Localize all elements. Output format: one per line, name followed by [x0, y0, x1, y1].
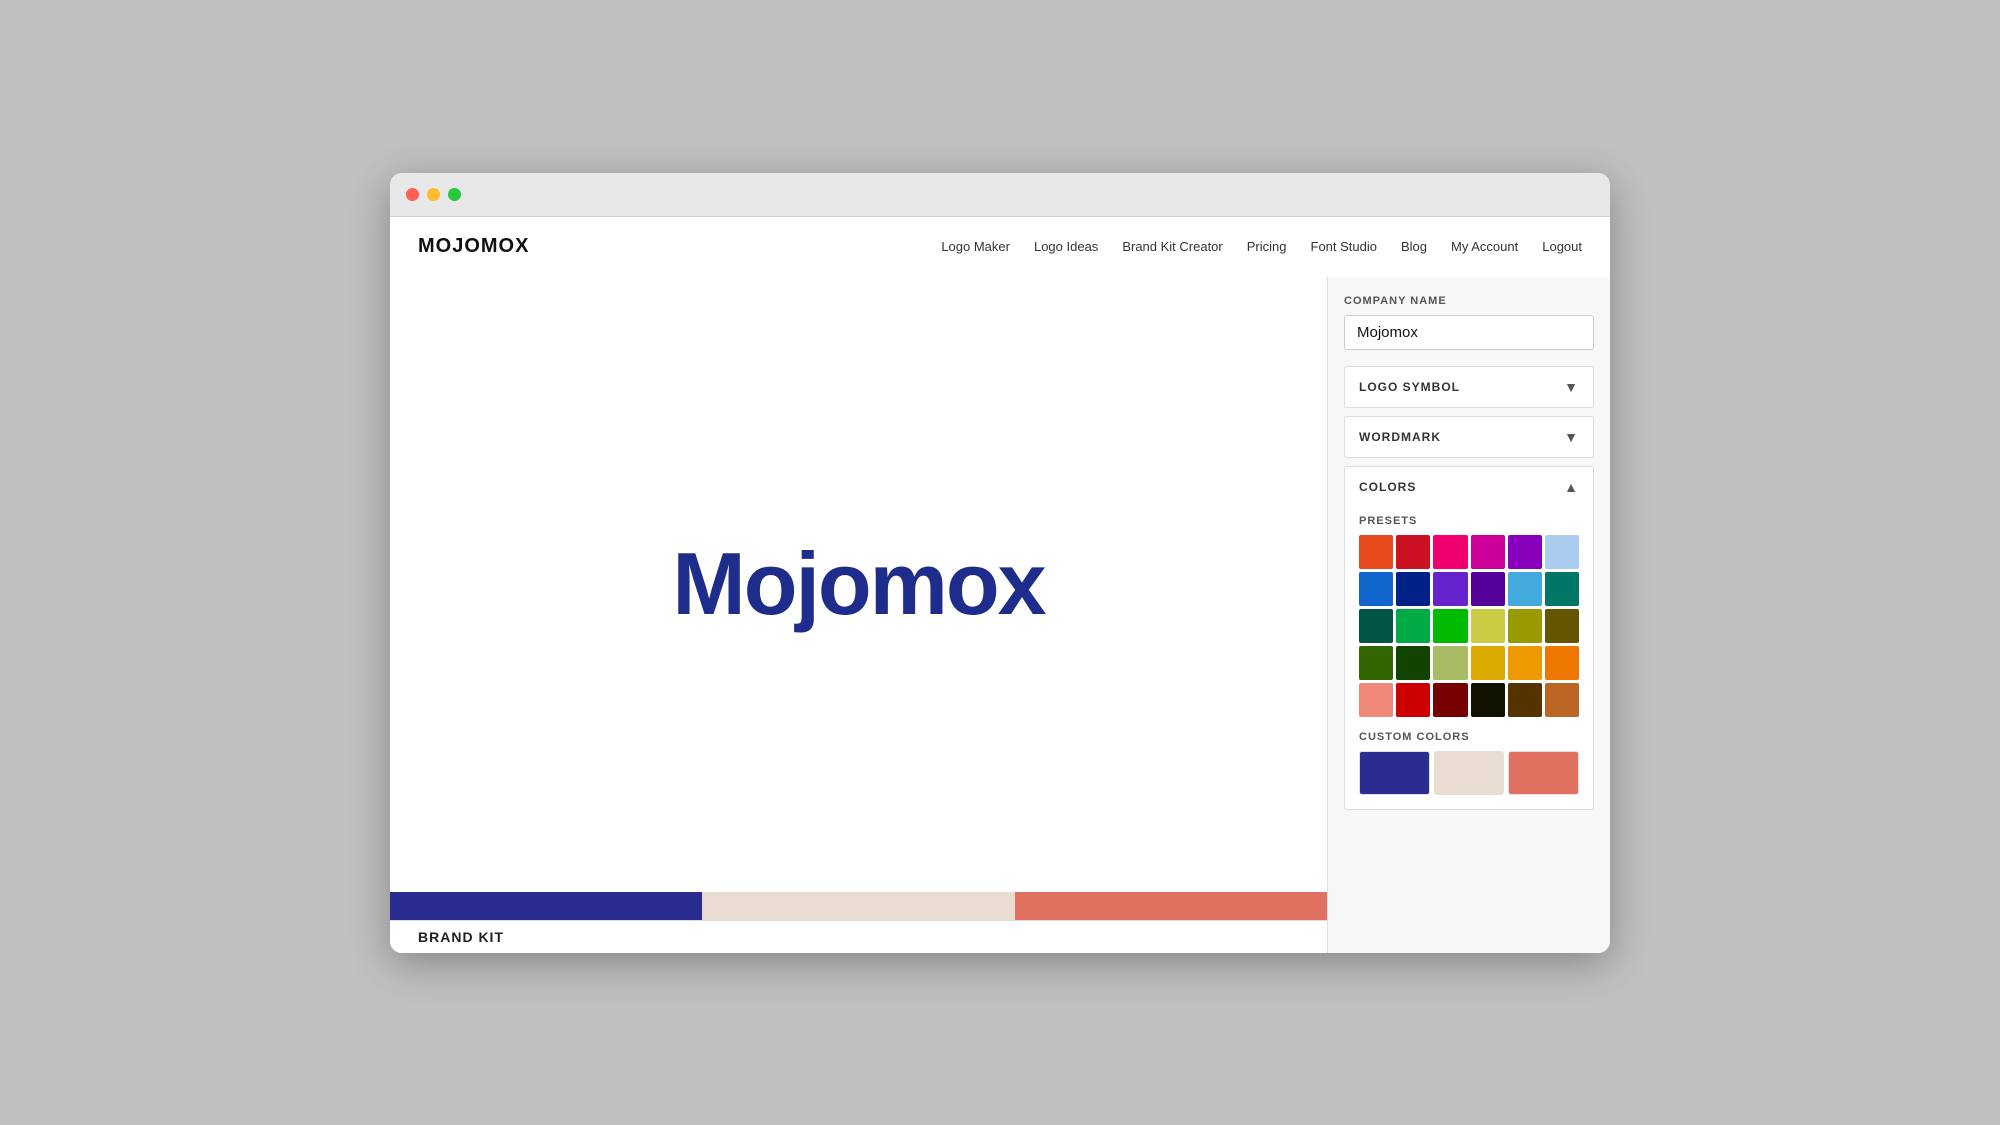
nav-links: Logo Maker Logo Ideas Brand Kit Creator …: [941, 239, 1582, 254]
color-preset-swatch[interactable]: [1396, 683, 1430, 717]
close-dot[interactable]: [406, 188, 419, 201]
color-preset-swatch[interactable]: [1433, 646, 1467, 680]
minimize-dot[interactable]: [427, 188, 440, 201]
wordmark-accordion-header[interactable]: WORDMARK ▼: [1345, 417, 1593, 457]
colors-accordion: COLORS ▲ PRESETS CUSTOM COLORS: [1344, 466, 1594, 811]
wordmark-label: WORDMARK: [1359, 430, 1441, 444]
desktop: MOJOMOX Logo Maker Logo Ideas Brand Kit …: [0, 0, 2000, 1125]
logo-symbol-label: LOGO SYMBOL: [1359, 380, 1460, 394]
color-preset-swatch[interactable]: [1471, 572, 1505, 606]
fullscreen-dot[interactable]: [448, 188, 461, 201]
color-preset-swatch[interactable]: [1433, 683, 1467, 717]
color-bar-primary: [390, 892, 702, 920]
wordmark-chevron-down-icon: ▼: [1564, 429, 1579, 445]
colors-accordion-header[interactable]: COLORS ▲: [1345, 467, 1593, 507]
custom-color-swatch[interactable]: [1434, 751, 1505, 795]
canvas-area: Mojomox BRAND KIT: [390, 277, 1328, 953]
color-preset-swatch[interactable]: [1508, 646, 1542, 680]
color-bar-tertiary: [1015, 892, 1327, 920]
nav-link-logo-maker[interactable]: Logo Maker: [941, 239, 1010, 254]
color-preset-swatch[interactable]: [1545, 535, 1579, 569]
colors-accordion-body: PRESETS CUSTOM COLORS: [1345, 507, 1593, 810]
color-preset-swatch[interactable]: [1508, 535, 1542, 569]
color-preset-swatch[interactable]: [1471, 609, 1505, 643]
colors-label: COLORS: [1359, 480, 1416, 494]
canvas-color-bar: [390, 892, 1327, 920]
company-name-input[interactable]: [1344, 315, 1594, 350]
nav-link-font-studio[interactable]: Font Studio: [1311, 239, 1378, 254]
color-preset-swatch[interactable]: [1471, 646, 1505, 680]
color-preset-swatch[interactable]: [1508, 572, 1542, 606]
color-preset-swatch[interactable]: [1359, 572, 1393, 606]
nav-link-brand-kit-creator[interactable]: Brand Kit Creator: [1122, 239, 1222, 254]
browser-window: MOJOMOX Logo Maker Logo Ideas Brand Kit …: [390, 173, 1610, 953]
logo-symbol-accordion: LOGO SYMBOL ▼: [1344, 366, 1594, 408]
sidebar: COMPANY NAME LOGO SYMBOL ▼: [1328, 277, 1610, 953]
logo-symbol-chevron-down-icon: ▼: [1564, 379, 1579, 395]
color-preset-swatch[interactable]: [1359, 683, 1393, 717]
color-preset-swatch[interactable]: [1359, 609, 1393, 643]
color-presets-grid: [1359, 535, 1579, 718]
color-preset-swatch[interactable]: [1545, 683, 1579, 717]
nav-link-my-account[interactable]: My Account: [1451, 239, 1518, 254]
nav-link-logo-ideas[interactable]: Logo Ideas: [1034, 239, 1098, 254]
logo-preview-text: Mojomox: [672, 533, 1044, 635]
browser-content: MOJOMOX Logo Maker Logo Ideas Brand Kit …: [390, 217, 1610, 953]
color-preset-swatch[interactable]: [1433, 535, 1467, 569]
custom-colors-label: CUSTOM COLORS: [1359, 731, 1579, 743]
nav-link-logout[interactable]: Logout: [1542, 239, 1582, 254]
browser-chrome: [390, 173, 1610, 217]
color-preset-swatch[interactable]: [1545, 572, 1579, 606]
color-preset-swatch[interactable]: [1396, 609, 1430, 643]
wordmark-accordion: WORDMARK ▼: [1344, 416, 1594, 458]
color-preset-swatch[interactable]: [1396, 646, 1430, 680]
brand-kit-label: BRAND KIT: [418, 929, 504, 945]
color-preset-swatch[interactable]: [1396, 535, 1430, 569]
logo-symbol-accordion-header[interactable]: LOGO SYMBOL ▼: [1345, 367, 1593, 407]
colors-chevron-up-icon: ▲: [1564, 479, 1579, 495]
color-preset-swatch[interactable]: [1359, 535, 1393, 569]
color-preset-swatch[interactable]: [1508, 609, 1542, 643]
color-preset-swatch[interactable]: [1545, 646, 1579, 680]
brand-kit-bar: BRAND KIT: [390, 920, 1327, 953]
nav-link-pricing[interactable]: Pricing: [1247, 239, 1287, 254]
color-preset-swatch[interactable]: [1433, 572, 1467, 606]
color-preset-swatch[interactable]: [1545, 609, 1579, 643]
site-logo[interactable]: MOJOMOX: [418, 235, 529, 258]
custom-color-swatch[interactable]: [1508, 751, 1579, 795]
main-area: Mojomox BRAND KIT COMPANY NAME: [390, 277, 1610, 953]
nav-link-blog[interactable]: Blog: [1401, 239, 1427, 254]
color-preset-swatch[interactable]: [1471, 683, 1505, 717]
nav: MOJOMOX Logo Maker Logo Ideas Brand Kit …: [390, 217, 1610, 277]
company-name-label: COMPANY NAME: [1344, 295, 1594, 307]
presets-label: PRESETS: [1359, 515, 1579, 527]
custom-colors-grid: [1359, 751, 1579, 795]
custom-color-swatch[interactable]: [1359, 751, 1430, 795]
color-preset-swatch[interactable]: [1508, 683, 1542, 717]
color-preset-swatch[interactable]: [1433, 609, 1467, 643]
color-bar-secondary: [702, 892, 1014, 920]
color-preset-swatch[interactable]: [1471, 535, 1505, 569]
color-preset-swatch[interactable]: [1359, 646, 1393, 680]
color-preset-swatch[interactable]: [1396, 572, 1430, 606]
canvas-preview: Mojomox: [390, 277, 1327, 892]
